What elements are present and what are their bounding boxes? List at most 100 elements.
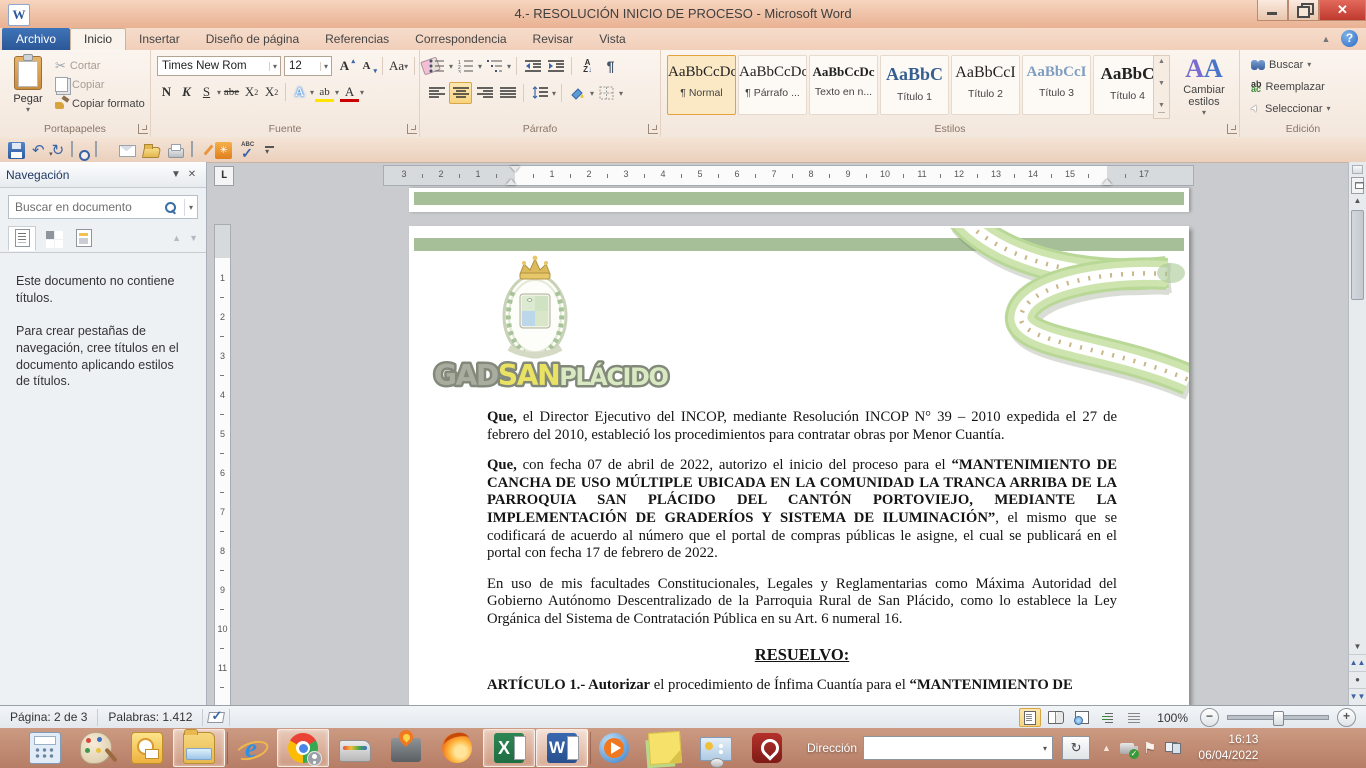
highlight-dropdown-icon[interactable]: ▾: [335, 88, 339, 97]
tab-correspondencia[interactable]: Correspondencia: [402, 29, 519, 50]
find-button[interactable]: Buscar▾: [1248, 55, 1334, 74]
multilevel-dropdown-icon[interactable]: ▾: [507, 62, 511, 71]
help-icon[interactable]: ?: [1341, 30, 1358, 47]
navigation-close-icon[interactable]: ✕: [184, 169, 200, 180]
superscript-button[interactable]: X2: [262, 82, 281, 102]
change-styles-button[interactable]: AA Cambiar estilos ▾: [1175, 54, 1233, 120]
draft-view-button[interactable]: [1123, 708, 1145, 727]
gallery-more-icon[interactable]: ▼―: [1158, 102, 1165, 116]
font-color-button[interactable]: A: [340, 82, 359, 102]
tab-referencias[interactable]: Referencias: [312, 29, 402, 50]
right-indent-marker[interactable]: [1102, 174, 1112, 185]
numbering-button[interactable]: 123: [455, 56, 476, 76]
scroll-down-icon[interactable]: ▼: [1349, 640, 1366, 654]
justify-button[interactable]: [497, 83, 518, 103]
line-spacing-button[interactable]: [529, 83, 550, 103]
document-text[interactable]: Que, el Director Ejecutivo del INCOP, me…: [487, 409, 1117, 705]
document-search-input[interactable]: Buscar en documento ▾: [8, 195, 198, 219]
taskbar-sticky-notes[interactable]: [640, 730, 690, 766]
underline-dropdown-icon[interactable]: ▾: [217, 88, 221, 97]
borders-button[interactable]: [596, 83, 617, 103]
previous-heading-icon[interactable]: ▲: [172, 233, 181, 243]
bullets-button[interactable]: [426, 56, 447, 76]
taskbar-acrobat[interactable]: [742, 730, 792, 766]
hanging-indent-marker[interactable]: [506, 174, 516, 185]
taskbar-excel[interactable]: [483, 729, 535, 767]
taskbar-scanner[interactable]: [330, 730, 380, 766]
show-paragraph-marks-button[interactable]: ¶: [600, 56, 621, 76]
tab-insertar[interactable]: Insertar: [126, 29, 193, 50]
tab-diseno-de-pagina[interactable]: Diseño de página: [193, 29, 312, 50]
undo-icon[interactable]: ↶: [32, 142, 45, 159]
new-icon[interactable]: [95, 142, 112, 159]
nav-tab-results[interactable]: [70, 226, 98, 251]
builder-icon[interactable]: [215, 142, 232, 159]
tab-archivo[interactable]: Archivo: [2, 28, 70, 50]
taskbar-chrome[interactable]: [277, 729, 329, 767]
horizontal-ruler[interactable]: 32112345678910111213141517: [383, 165, 1194, 186]
styles-gallery-scrollbar[interactable]: ▲ ▼ ▼―: [1153, 55, 1170, 119]
taskbar-paint[interactable]: [71, 730, 121, 766]
style-item-t-tulo-4[interactable]: AaBbCTítulo 4: [1093, 55, 1162, 115]
taskbar-outlook[interactable]: [122, 730, 172, 766]
clock[interactable]: 16:13 06/04/2022: [1198, 732, 1258, 763]
paragraph-dialog-launcher-icon[interactable]: [648, 124, 658, 134]
next-page-button[interactable]: ▼▼: [1349, 688, 1366, 705]
gallery-up-icon[interactable]: ▲: [1158, 58, 1165, 65]
nav-tab-pages[interactable]: [39, 226, 67, 251]
web-layout-view-button[interactable]: [1071, 708, 1093, 727]
title-bar[interactable]: W 4.- RESOLUCIÓN INICIO DE PROCESO - Mic…: [0, 0, 1366, 29]
save-icon[interactable]: [8, 142, 25, 159]
style-item-t-tulo-3[interactable]: AaBbCcITítulo 3: [1022, 55, 1091, 115]
taskbar-explorer[interactable]: [173, 729, 225, 767]
network-tray-icon[interactable]: [1165, 742, 1181, 754]
align-center-button[interactable]: [449, 82, 472, 104]
gallery-down-icon[interactable]: ▼: [1158, 80, 1165, 87]
view-ruler-toggle[interactable]: [1351, 177, 1364, 194]
select-browse-object-button[interactable]: ●: [1349, 671, 1366, 688]
decrease-indent-button[interactable]: [522, 56, 543, 76]
scrollbar-thumb[interactable]: [1351, 210, 1364, 300]
shrink-font-button[interactable]: A: [357, 56, 376, 76]
style-item-texto-en-n-[interactable]: AaBbCcDcTexto en n...: [809, 55, 878, 115]
italic-button[interactable]: K: [177, 82, 196, 102]
spelling-icon[interactable]: [239, 142, 256, 159]
edit-icon[interactable]: [191, 142, 208, 159]
numbering-dropdown-icon[interactable]: ▾: [478, 62, 482, 71]
print-preview-icon[interactable]: [71, 142, 88, 159]
vertical-scrollbar[interactable]: ▲ ▼ ▲▲ ● ▼▼: [1348, 162, 1366, 705]
sort-button[interactable]: AZ↓: [577, 56, 598, 76]
scroll-up-icon[interactable]: ▲: [1349, 194, 1366, 208]
line-spacing-dropdown-icon[interactable]: ▾: [552, 89, 556, 98]
font-family-combobox[interactable]: Times New Rom ▾: [157, 56, 281, 76]
collapse-ribbon-icon[interactable]: ▲: [1317, 31, 1335, 47]
taskbar-nero-burn[interactable]: [381, 730, 431, 766]
taskbar-word[interactable]: [536, 729, 588, 767]
taskbar-calculator[interactable]: [20, 730, 70, 766]
align-left-button[interactable]: [426, 83, 447, 103]
style-item-t-tulo-2[interactable]: AaBbCcITítulo 2: [951, 55, 1020, 115]
text-effects-button[interactable]: A: [290, 82, 309, 102]
bold-button[interactable]: N: [157, 82, 176, 102]
redo-icon[interactable]: ↻: [52, 142, 65, 159]
more-icon[interactable]: [263, 142, 275, 159]
next-heading-icon[interactable]: ▼: [189, 233, 198, 243]
address-input[interactable]: ▾: [863, 736, 1053, 760]
minimize-button[interactable]: [1257, 0, 1288, 21]
previous-page-button[interactable]: ▲▲: [1349, 654, 1366, 671]
search-dropdown-icon[interactable]: ▾: [184, 199, 197, 216]
zoom-slider[interactable]: [1227, 715, 1329, 720]
spellcheck-status-icon[interactable]: [203, 709, 230, 726]
cut-button[interactable]: ✂ Cortar: [52, 56, 148, 75]
font-size-combobox[interactable]: 12 ▾: [284, 56, 332, 76]
vertical-ruler[interactable]: 1234567891011: [214, 224, 231, 705]
zoom-slider-thumb[interactable]: [1273, 711, 1284, 726]
style-item--normal[interactable]: AaBbCcDc¶ Normal: [667, 55, 736, 115]
tab-inicio[interactable]: Inicio: [70, 28, 126, 50]
fullscreen-reading-view-button[interactable]: [1045, 708, 1067, 727]
shading-button[interactable]: [567, 83, 588, 103]
taskbar-internet-explorer[interactable]: [226, 730, 276, 766]
multilevel-list-button[interactable]: [484, 56, 505, 76]
styles-dialog-launcher-icon[interactable]: [1227, 124, 1237, 134]
subscript-button[interactable]: X2: [242, 82, 261, 102]
